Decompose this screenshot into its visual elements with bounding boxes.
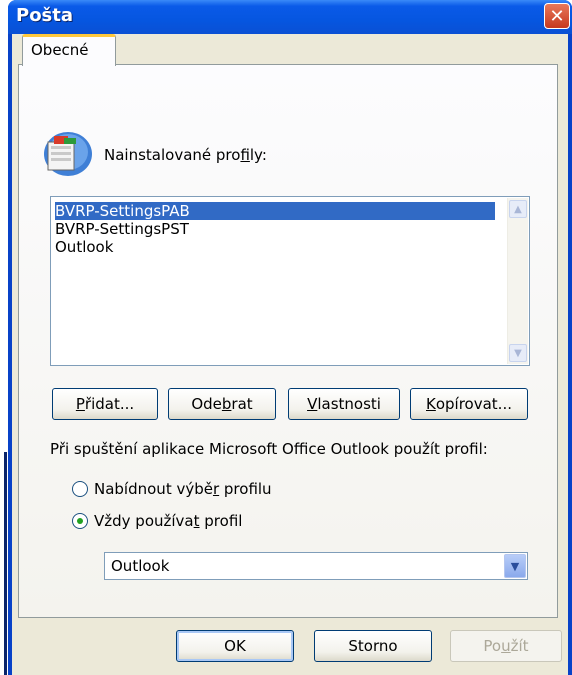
startup-profile-label: Při spuštění aplikace Microsoft Office O… [50, 440, 488, 458]
profile-select-value: Outlook [111, 557, 170, 575]
radio-button-prompt[interactable] [72, 481, 88, 497]
radio-always-label: Vždy používat profil [94, 512, 243, 530]
profile-select[interactable]: Outlook ▼ [104, 552, 528, 580]
chevron-down-icon[interactable]: ▼ [504, 554, 526, 578]
window-title: Pošta [16, 5, 74, 26]
tab-general-label: Obecné [31, 41, 89, 59]
background-window-border [4, 452, 7, 675]
radio-prompt-label: Nabídnout výběr profilu [94, 480, 272, 498]
add-button[interactable]: Přidat... [52, 388, 158, 420]
listbox-scrollbar[interactable]: ▲ ▼ [507, 198, 528, 364]
copy-button[interactable]: Kopírovat... [410, 388, 528, 420]
cancel-button[interactable]: Storno [314, 630, 432, 662]
radio-prompt-profile[interactable]: Nabídnout výběr profilu [72, 478, 272, 500]
installed-profiles-label: Nainstalované profily: [104, 146, 267, 164]
scroll-up-arrow-icon[interactable]: ▲ [509, 200, 527, 218]
apply-button[interactable]: Po u žít [450, 630, 562, 662]
list-item[interactable]: Outlook [55, 238, 495, 256]
title-bar[interactable]: Pošta ✕ [8, 0, 572, 34]
list-item[interactable]: BVRP-SettingsPST [55, 220, 495, 238]
radio-always-use-profile[interactable]: Vždy používat profil [72, 510, 242, 532]
ok-button[interactable]: OK [176, 630, 294, 662]
profiles-listbox[interactable]: BVRP-SettingsPAB BVRP-SettingsPST Outloo… [50, 196, 530, 366]
radio-button-always[interactable] [72, 513, 88, 529]
close-icon: ✕ [549, 5, 565, 27]
list-item[interactable]: BVRP-SettingsPAB [55, 202, 495, 220]
properties-button[interactable]: Vlastnosti [288, 388, 400, 420]
scroll-down-arrow-icon[interactable]: ▼ [509, 344, 527, 362]
remove-button[interactable]: Ode b rat [168, 388, 276, 420]
mail-profile-icon [44, 132, 92, 176]
tab-general[interactable]: Obecné [22, 34, 116, 66]
close-button[interactable]: ✕ [544, 3, 570, 29]
